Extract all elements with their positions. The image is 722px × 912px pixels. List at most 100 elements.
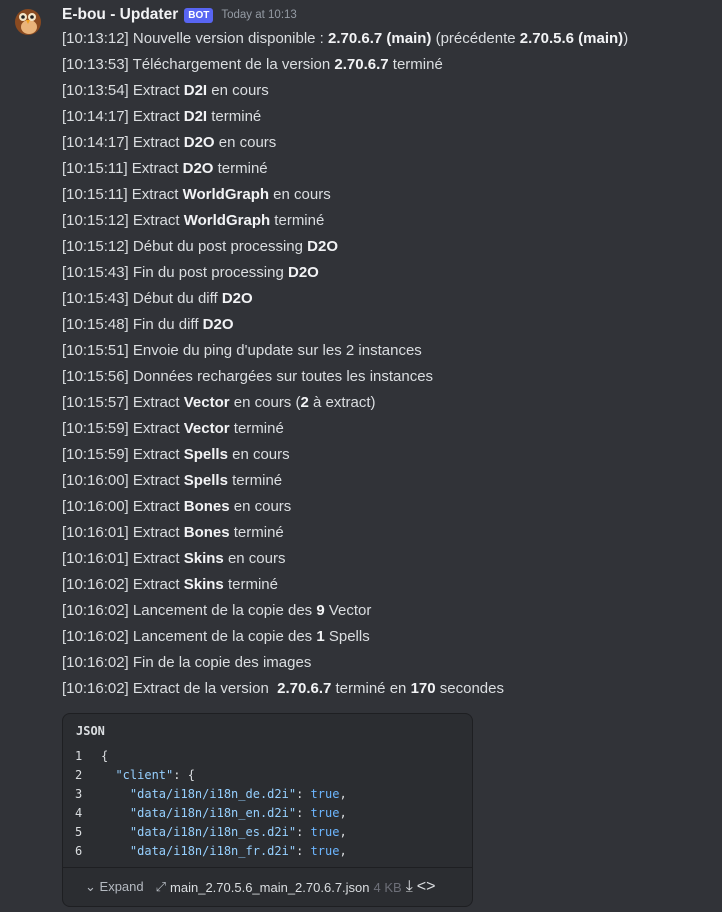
text: Spells	[324, 628, 370, 645]
log-line: [10:16:02] Extract Skins terminé	[62, 572, 722, 598]
bold-text: D2O	[202, 316, 234, 333]
log-line: [10:16:02] Extract de la version 2.70.6.…	[62, 676, 722, 702]
bold-text: Skins	[183, 576, 224, 593]
text: [10:14:17] Extract	[62, 108, 184, 125]
line-number: 6	[75, 844, 83, 858]
text: en cours	[214, 134, 277, 151]
bold-text: D2O	[287, 264, 319, 281]
log-line: [10:13:53] Téléchargement de la version …	[62, 52, 722, 78]
text: terminé	[213, 160, 268, 177]
bold-text: Vector	[183, 394, 230, 411]
code-attachment: JSON 1{2 "client": {3 "data/i18n/i18n_de…	[62, 713, 473, 907]
log-line: [10:16:02] Lancement de la copie des 9 V…	[62, 598, 722, 624]
text: [10:13:12] Nouvelle version disponible :	[62, 30, 329, 47]
text: [10:15:56] Données rechargées sur toutes…	[62, 368, 434, 385]
bold-text: D2I	[183, 82, 208, 99]
text: Vector	[324, 602, 372, 619]
log-line: [10:15:59] Extract Vector terminé	[62, 416, 722, 442]
text: [10:16:02] Extract de la version	[62, 680, 278, 697]
log-line: [10:16:00] Extract Spells terminé	[62, 468, 722, 494]
code-line: 6 "data/i18n/i18n_fr.d2i": true,	[75, 842, 347, 861]
bold-text: Vector	[183, 420, 230, 437]
avatar[interactable]	[10, 3, 46, 39]
text: (précédente	[431, 30, 520, 47]
code-language: JSON	[76, 724, 105, 738]
text: secondes	[435, 680, 504, 697]
open-external-icon[interactable]: ⤢	[156, 879, 166, 895]
text: )	[623, 30, 629, 47]
text: en cours	[227, 446, 290, 463]
bold-text: Spells	[183, 472, 228, 489]
bold-text: 170	[410, 680, 436, 697]
text: [10:15:12] Extract	[62, 212, 184, 229]
expand-button[interactable]: ⌄ Expand	[85, 879, 144, 895]
download-icon[interactable]: ⤓	[406, 878, 413, 896]
attachment-footer: ⌄ Expand ⤢ main_2.70.5.6_main_2.70.6.7.j…	[63, 867, 472, 906]
text: [10:16:02] Lancement de la copie des	[62, 628, 317, 645]
json-value: true	[310, 844, 340, 858]
log-line: [10:13:54] Extract D2I en cours	[62, 78, 722, 104]
log-line: [10:15:12] Extract WorldGraph terminé	[62, 208, 722, 234]
text: terminé	[229, 420, 284, 437]
text: [10:16:02] Fin de la copie des images	[62, 654, 312, 671]
text: terminé	[207, 108, 262, 125]
text: [10:15:11] Extract	[62, 186, 183, 203]
message-content: [10:13:12] Nouvelle version disponible :…	[62, 26, 722, 702]
log-line: [10:15:56] Données rechargées sur toutes…	[62, 364, 722, 390]
log-line: [10:16:01] Extract Skins en cours	[62, 546, 722, 572]
bot-badge: BOT	[184, 7, 214, 23]
bold-text: 2.70.6.7 (main)	[328, 30, 432, 47]
log-line: [10:15:11] Extract WorldGraph en cours	[62, 182, 722, 208]
owl-avatar-icon	[15, 9, 41, 35]
text: [10:15:11] Extract	[62, 160, 183, 177]
text: [10:16:02] Extract	[62, 576, 184, 593]
bold-text: Skins	[183, 550, 224, 567]
text: [10:15:59] Extract	[62, 420, 184, 437]
json-key: "data/i18n/i18n_en.d2i"	[129, 806, 297, 820]
text: [10:14:17] Extract	[62, 134, 184, 151]
log-line: [10:15:48] Fin du diff D2O	[62, 312, 722, 338]
username[interactable]: E-bou - Updater	[62, 6, 178, 24]
text: en cours	[207, 82, 269, 99]
line-number: 1	[75, 749, 83, 763]
bold-text: WorldGraph	[183, 212, 271, 229]
text: [10:16:00] Extract	[62, 472, 184, 489]
text: [10:15:48] Fin du diff	[62, 316, 203, 333]
text: [10:16:00] Extract	[62, 498, 184, 515]
text: [10:13:54] Extract	[62, 82, 184, 99]
log-line: [10:15:43] Début du diff D2O	[62, 286, 722, 312]
json-punct: : {	[173, 768, 195, 782]
log-line: [10:16:00] Extract Bones en cours	[62, 494, 722, 520]
text: en cours	[223, 550, 286, 567]
bold-text: 2	[300, 394, 309, 411]
code-preview: 1{2 "client": {3 "data/i18n/i18n_de.d2i"…	[75, 747, 347, 861]
log-line: [10:15:12] Début du post processing D2O	[62, 234, 722, 260]
json-key: "data/i18n/i18n_fr.d2i"	[129, 844, 297, 858]
view-source-icon[interactable]: <>	[417, 878, 436, 896]
filename-link[interactable]: main_2.70.5.6_main_2.70.6.7.json	[170, 880, 369, 895]
line-number: 2	[75, 768, 83, 782]
json-key: "data/i18n/i18n_es.d2i"	[129, 825, 297, 839]
bold-text: 1	[316, 628, 325, 645]
code-line: 4 "data/i18n/i18n_en.d2i": true,	[75, 804, 347, 823]
message: E-bou - Updater BOT Today at 10:13 [10:1…	[0, 0, 722, 907]
bold-text: D2O	[183, 134, 215, 151]
timestamp: Today at 10:13	[221, 9, 297, 21]
json-value: true	[310, 787, 340, 801]
line-number: 4	[75, 806, 83, 820]
message-header: E-bou - Updater BOT Today at 10:13	[62, 4, 722, 26]
line-number: 3	[75, 787, 83, 801]
bold-text: D2O	[221, 290, 253, 307]
log-line: [10:13:12] Nouvelle version disponible :…	[62, 26, 722, 52]
log-line: [10:15:57] Extract Vector en cours (2 à …	[62, 390, 722, 416]
log-line: [10:16:02] Fin de la copie des images	[62, 650, 722, 676]
bold-text: Bones	[183, 524, 230, 541]
json-value: true	[310, 806, 340, 820]
json-punct: {	[101, 749, 109, 763]
log-line: [10:15:59] Extract Spells en cours	[62, 442, 722, 468]
chevron-down-icon: ⌄	[85, 879, 96, 894]
file-size: 4 KB	[373, 879, 402, 895]
bold-text: D2O	[182, 160, 214, 177]
